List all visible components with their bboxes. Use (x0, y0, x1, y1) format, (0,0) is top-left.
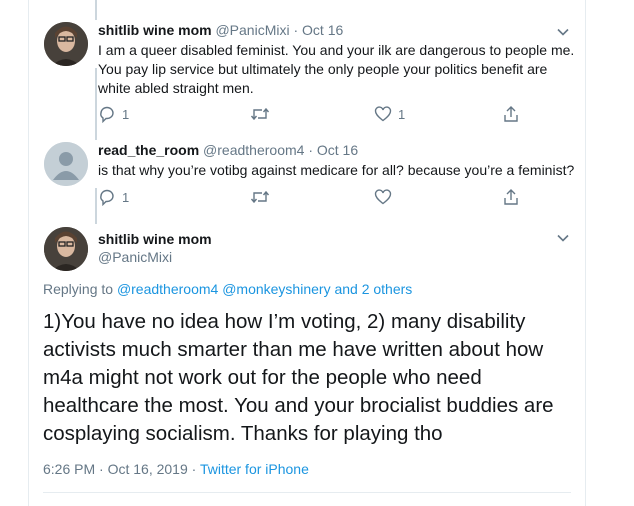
author-handle[interactable]: @PanicMixi (98, 249, 172, 265)
avatar[interactable] (44, 142, 88, 186)
author-name[interactable]: read_the_room (98, 142, 199, 158)
retweet-button[interactable] (250, 188, 270, 206)
like-button[interactable] (374, 188, 398, 206)
tweet-meta: 6:26 PM · Oct 16, 2019 · Twitter for iPh… (43, 461, 309, 477)
reply-button[interactable]: 1 (98, 188, 129, 206)
reply-button[interactable]: 1 (98, 105, 129, 123)
tweet-text: I am a queer disabled feminist. You and … (98, 42, 575, 96)
retweet-icon (250, 107, 270, 121)
share-icon (504, 189, 518, 205)
like-button[interactable]: 1 (374, 105, 405, 123)
share-icon (504, 106, 518, 122)
thread-line (95, 68, 97, 140)
replying-to-users[interactable]: @readtheroom4 @monkeyshinery and 2 other… (117, 281, 412, 297)
tweet-text: is that why you’re votibg against medica… (98, 162, 575, 178)
author-handle[interactable]: @readtheroom4 (203, 142, 304, 158)
avatar[interactable] (44, 227, 88, 271)
tweet-date[interactable]: Oct 16 (302, 22, 343, 38)
separator-dot: · (293, 22, 299, 38)
divider (43, 492, 571, 493)
replying-to: Replying to @readtheroom4 @monkeyshinery… (43, 281, 412, 297)
thread-line (95, 0, 97, 20)
share-button[interactable] (502, 105, 520, 123)
reply-count: 1 (122, 189, 130, 205)
author-name[interactable]: shitlib wine mom (98, 231, 212, 247)
avatar[interactable] (44, 22, 88, 66)
reply-count: 1 (122, 106, 130, 122)
share-button[interactable] (502, 188, 520, 206)
separator-dot: · (308, 142, 313, 158)
tweet-date[interactable]: Oct 16 (317, 142, 358, 158)
author-name[interactable]: shitlib wine mom (98, 22, 212, 38)
tweet-source[interactable]: Twitter for iPhone (200, 461, 309, 477)
thread-line (95, 188, 97, 224)
retweet-button[interactable] (250, 105, 270, 123)
main-tweet-text: 1)You have no idea how I’m voting, 2) ma… (43, 310, 554, 445)
reply-icon (100, 106, 114, 123)
like-icon (374, 106, 392, 122)
retweet-icon (250, 190, 270, 204)
replying-prefix: Replying to (43, 281, 114, 297)
tweet-thread: shitlib wine mom @PanicMixi · Oct 16 I a… (28, 0, 586, 506)
tweet-timestamp[interactable]: 6:26 PM · Oct 16, 2019 · (43, 461, 196, 477)
like-count: 1 (398, 106, 406, 122)
like-icon (374, 189, 392, 205)
chevron-down-icon[interactable] (556, 25, 570, 39)
author-handle[interactable]: @PanicMixi (215, 22, 289, 38)
reply-icon (100, 189, 114, 206)
chevron-down-icon[interactable] (556, 231, 570, 245)
